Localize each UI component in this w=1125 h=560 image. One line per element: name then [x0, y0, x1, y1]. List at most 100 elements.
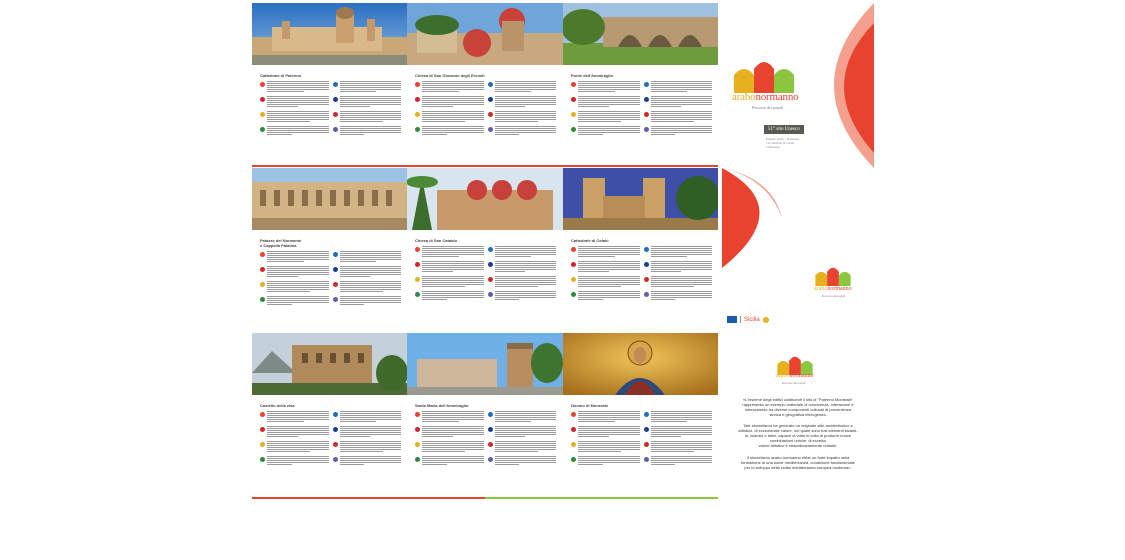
row-2: Palazzo dei Normanni e Cappella Palatina…	[252, 168, 718, 333]
panel-duomo-monreale: Duomo di Monreale	[563, 395, 718, 465]
photo-castello-zisa	[252, 333, 407, 395]
brand-prefix: arabo	[732, 91, 756, 103]
flag-english-icon	[332, 97, 338, 102]
photo-ponte-ammiraglio	[563, 3, 718, 65]
flag-italian-icon	[571, 82, 576, 87]
intro-panel: arabonormanno Percorso dei popoli «L'ins…	[722, 333, 874, 495]
multilingual-text	[415, 246, 556, 300]
intro-line: per lo sviluppo della civiltà mediterran…	[744, 465, 852, 470]
arch-logo-icon	[734, 62, 794, 93]
flag-english-icon	[332, 267, 338, 272]
panel-title: Santa Maria dell'Ammiraglio	[415, 403, 469, 408]
flag-chinese-icon	[332, 442, 338, 447]
brand-tagline: Percorso dei popoli	[752, 105, 784, 110]
flag-russian-icon	[643, 292, 649, 297]
region-label: Sicilia	[744, 316, 760, 323]
flag-french-icon	[332, 82, 338, 87]
flag-italian-icon	[260, 412, 265, 417]
flag-german-icon	[571, 442, 576, 447]
panel-ponte-ammiraglio: Ponte dell'Ammiraglio	[563, 65, 718, 135]
flag-english-icon	[487, 97, 493, 102]
panel-castello-zisa: Castello della zisa	[252, 395, 407, 465]
panel-san-giovanni-eremiti: Chiesa di San Giovanni degli Eremiti	[407, 65, 562, 135]
flag-arabic-icon	[571, 127, 576, 132]
flag-english-icon	[487, 427, 493, 432]
flag-german-icon	[415, 442, 420, 447]
flag-english-icon	[643, 427, 649, 432]
flag-english-icon	[332, 427, 338, 432]
panel-cattedrale-palermo: Cattedrale di Palermo	[252, 65, 407, 135]
photo-san-cataldo	[407, 168, 563, 230]
panel-santa-maria-ammiraglio: Santa Maria dell'Ammiraglio	[407, 395, 562, 465]
arch-logo-icon	[777, 356, 813, 375]
brand-prefix: arabo	[814, 286, 828, 292]
flag-chinese-icon	[332, 112, 338, 117]
flag-german-icon	[571, 277, 576, 282]
multilingual-text	[571, 411, 712, 465]
flag-spanish-icon	[415, 262, 420, 267]
flag-spanish-icon	[571, 97, 576, 102]
region-separator	[740, 316, 741, 323]
panel-title: Chiesa di San Giovanni degli Eremiti	[415, 73, 485, 78]
row-1: Cattedrale di Palermo Chiesa di San Giov…	[252, 3, 718, 165]
brand-wordmark: arabonormanno	[814, 286, 852, 292]
panel-title: Palazzo dei Normanni e Cappella Palatina	[260, 238, 302, 248]
panel-title: Duomo di Monreale	[571, 403, 609, 408]
intro-paragraph-2: Tale sincretismo ha generato un original…	[722, 423, 874, 448]
brand-prefix: arabo	[776, 373, 790, 379]
flag-russian-icon	[487, 292, 493, 297]
unesco-logo-icon	[727, 316, 737, 323]
intro-line: storica e geografica eterogenea.	[769, 412, 827, 417]
flag-german-icon	[260, 112, 265, 117]
brand-tagline: Percorso dei popoli	[822, 294, 846, 298]
panel-cattedrale-cefalu: Cattedrale di Cefalù	[563, 230, 718, 300]
flag-arabic-icon	[415, 127, 420, 132]
flag-german-icon	[415, 277, 420, 282]
unesco-subtitle: Palermo Arabo - Normanno e le cattedrali…	[766, 137, 800, 149]
sponsor-logos: Sicilia	[727, 316, 769, 323]
flag-french-icon	[332, 252, 338, 257]
brand-wordmark: arabonormanno	[732, 91, 799, 103]
multilingual-text	[571, 81, 712, 135]
front-cover: arabonormanno Percorso dei popoli 51° si…	[722, 3, 874, 168]
flag-spanish-icon	[571, 427, 576, 432]
flag-spanish-icon	[415, 427, 420, 432]
flag-arabic-icon	[260, 457, 265, 462]
flag-english-icon	[643, 262, 649, 267]
brand-suffix: normanno	[755, 91, 799, 103]
panel-title: Cattedrale di Palermo	[260, 73, 302, 78]
red-arc-decoration	[722, 168, 782, 268]
brand-tagline: Percorso dei popoli	[782, 381, 806, 385]
flag-russian-icon	[487, 127, 493, 132]
back-cover: arabonormanno Percorso dei popoli Sicili…	[722, 168, 874, 333]
flag-spanish-icon	[260, 427, 265, 432]
flag-chinese-icon	[643, 112, 649, 117]
trinacria-icon	[762, 316, 769, 323]
flag-arabic-icon	[260, 127, 265, 132]
multilingual-text	[415, 81, 556, 135]
unesco-badge: 51° sito Unesco	[764, 125, 804, 134]
flag-russian-icon	[643, 457, 649, 462]
flag-arabic-icon	[415, 457, 420, 462]
flag-italian-icon	[260, 252, 265, 257]
multilingual-text	[415, 411, 556, 465]
panel-title: Cattedrale di Cefalù	[571, 238, 609, 243]
flag-french-icon	[643, 247, 649, 252]
photo-cattedrale-cefalu	[563, 168, 718, 230]
bottom-divider	[252, 497, 485, 499]
multilingual-text	[260, 81, 401, 135]
flag-french-icon	[487, 247, 493, 252]
photo-duomo-monreale	[563, 333, 718, 395]
flag-english-icon	[643, 97, 649, 102]
flag-french-icon	[643, 82, 649, 87]
flag-chinese-icon	[643, 277, 649, 282]
panel-title: Ponte dell'Ammiraglio	[571, 73, 614, 78]
photo-cattedrale-palermo	[252, 3, 407, 65]
flag-arabic-icon	[260, 297, 265, 302]
flag-spanish-icon	[571, 262, 576, 267]
flag-chinese-icon	[643, 442, 649, 447]
flag-arabic-icon	[415, 292, 420, 297]
intro-paragraph-3: Il sincretismo arabo-normanno ebbe un fo…	[722, 455, 874, 470]
flag-chinese-icon	[487, 277, 493, 282]
flag-french-icon	[643, 412, 649, 417]
